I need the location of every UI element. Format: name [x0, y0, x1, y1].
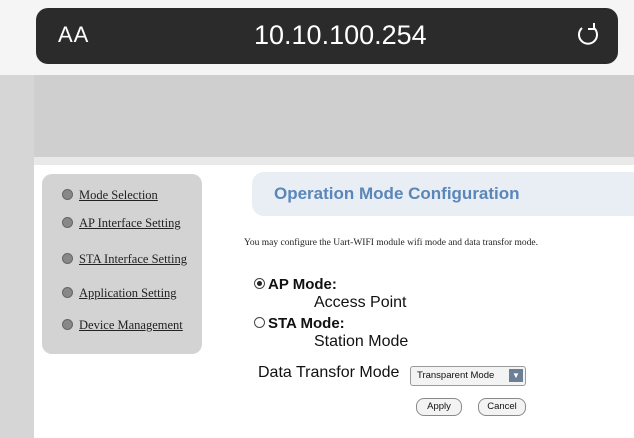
ap-mode-option[interactable]: AP Mode:	[254, 276, 337, 293]
sidebar-item-device-management[interactable]: Device Management	[62, 318, 183, 333]
description-text: You may configure the Uart-WIFI module w…	[244, 238, 538, 248]
sidebar: Mode Selection AP Interface Setting STA …	[42, 174, 202, 354]
page-title: Operation Mode Configuration	[274, 184, 520, 203]
sta-mode-option[interactable]: STA Mode:	[254, 315, 345, 332]
sta-mode-sublabel: Station Mode	[314, 333, 409, 350]
data-transfor-mode-select[interactable]: Transparent Mode ▼	[410, 366, 526, 386]
bullet-icon	[62, 217, 73, 228]
header-banner	[34, 75, 634, 157]
reload-icon[interactable]	[574, 20, 602, 48]
select-value: Transparent Mode	[417, 370, 495, 381]
cancel-button[interactable]: Cancel	[478, 398, 526, 416]
url-field[interactable]: 10.10.100.254	[254, 20, 427, 51]
data-transfor-mode-label: Data Transfor Mode	[258, 364, 400, 381]
bullet-icon	[62, 253, 73, 264]
ap-mode-sublabel: Access Point	[314, 294, 407, 311]
sidebar-item-mode-selection[interactable]: Mode Selection	[62, 188, 158, 203]
ap-mode-radio[interactable]	[254, 278, 265, 289]
sidebar-item-ap-interface-setting[interactable]: AP Interface Setting	[62, 216, 181, 231]
chevron-down-icon: ▼	[509, 369, 523, 382]
address-bar[interactable]: AA 10.10.100.254	[36, 8, 618, 64]
sidebar-item-application-setting[interactable]: Application Setting	[62, 286, 177, 301]
text-size-button[interactable]: AA	[58, 22, 89, 48]
bullet-icon	[62, 287, 73, 298]
bullet-icon	[62, 319, 73, 330]
sta-mode-label: STA Mode:	[268, 315, 345, 332]
bullet-icon	[62, 189, 73, 200]
ap-mode-label: AP Mode:	[268, 276, 337, 293]
apply-button[interactable]: Apply	[416, 398, 462, 416]
sidebar-item-sta-interface-setting[interactable]: STA Interface Setting	[62, 252, 187, 267]
section-header: Operation Mode Configuration	[252, 172, 634, 216]
browser-toolbar: AA 10.10.100.254	[0, 0, 634, 75]
sta-mode-radio[interactable]	[254, 317, 265, 328]
